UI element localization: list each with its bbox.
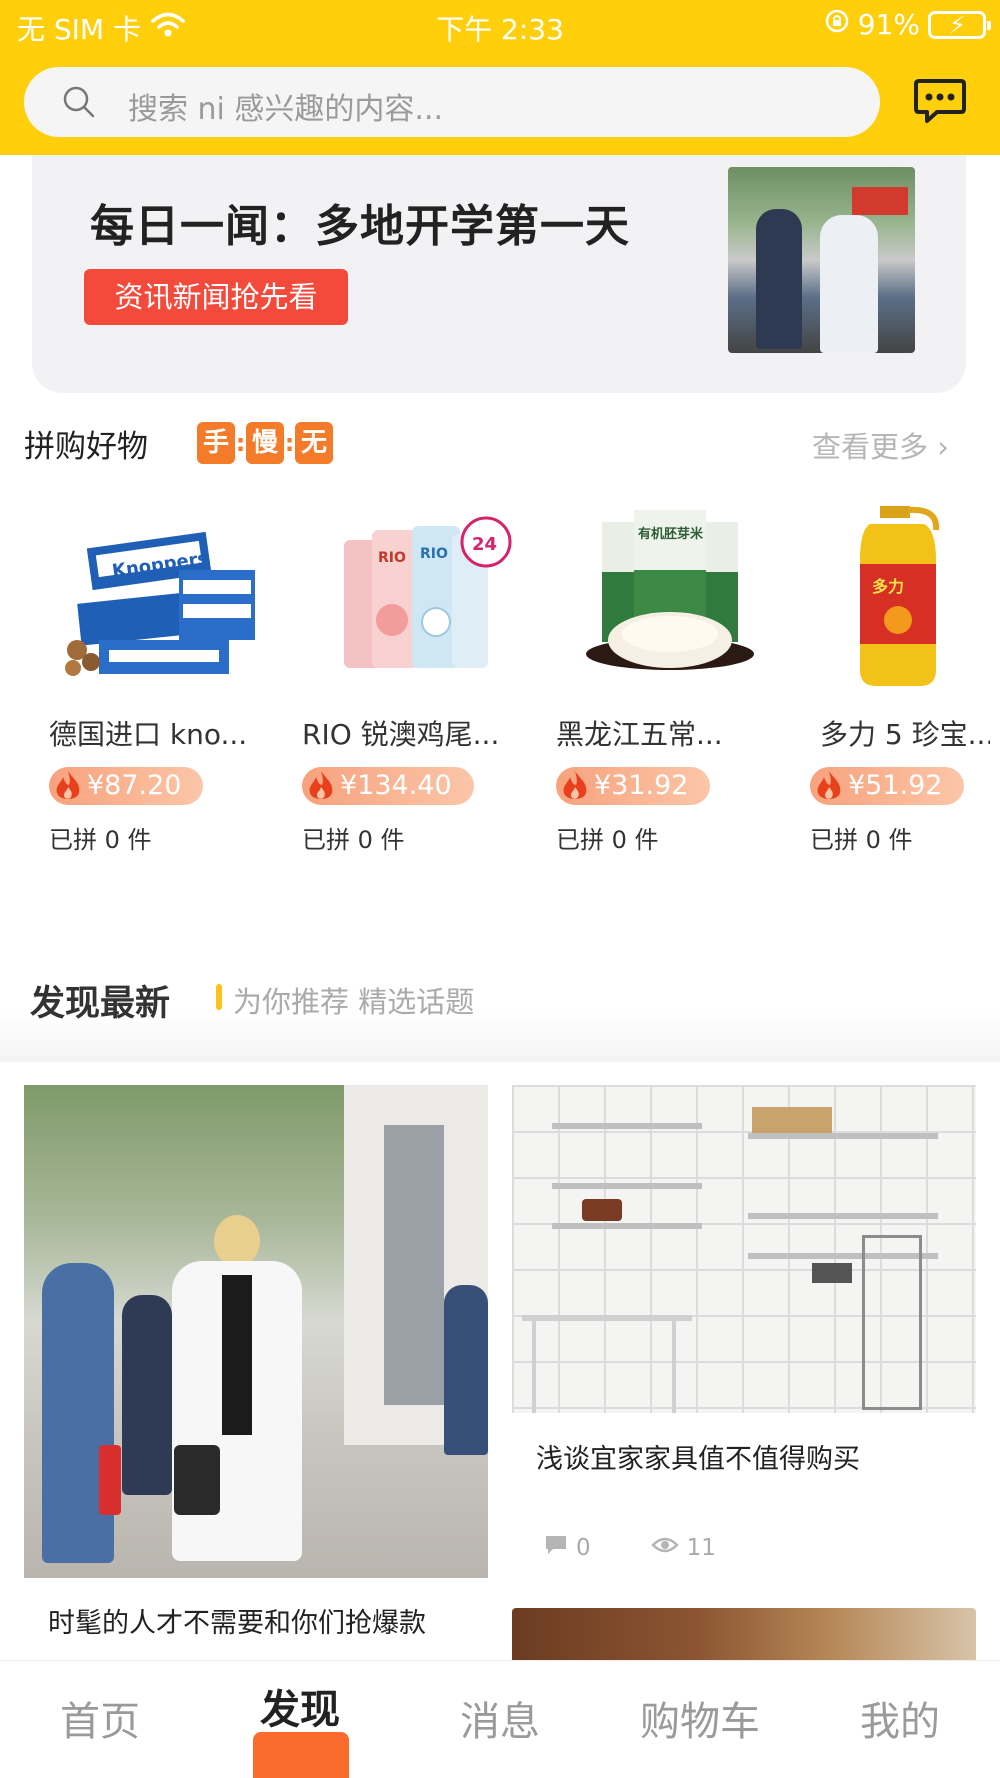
group-buy-title: 拼购好物 — [24, 429, 148, 465]
svg-text:RIO: RIO — [420, 546, 448, 562]
price-value: ¥87.20 — [87, 770, 182, 801]
article-card[interactable]: 时髦的人才不需要和你们抢爆款 — [24, 1085, 488, 1665]
product-name: 黑龙江五常... — [556, 718, 723, 751]
badge-hand: 手 — [197, 422, 235, 464]
discover-subtitle[interactable]: 为你推荐 精选话题 — [233, 979, 474, 1021]
eye-icon — [650, 1535, 679, 1561]
price-value: ¥31.92 — [594, 770, 689, 801]
article-card[interactable]: 浅谈宜家家具值不值得购买 — [512, 1085, 976, 1660]
badge-slow: 慢 — [246, 422, 284, 464]
discover-accent-bar — [216, 984, 222, 1010]
news-title: 每日一闻：多地开学第一天 — [90, 201, 630, 252]
rotation-lock-icon — [824, 8, 850, 41]
article-stats: 0 11 — [544, 1534, 716, 1562]
product-price: ¥51.92 — [810, 767, 965, 805]
tab-profile[interactable]: 我的 — [810, 1689, 990, 1747]
news-button[interactable]: 资讯新闻抢先看 — [84, 269, 348, 325]
article-title: 浅谈宜家家具值不值得购买 — [536, 1444, 860, 1475]
slogan-badges: 手 : 慢 : 无 — [197, 422, 333, 464]
battery-percent: 91% — [857, 8, 920, 41]
article-card-partial[interactable] — [512, 1608, 976, 1660]
product-price: ¥31.92 — [556, 767, 711, 805]
discover-title: 发现最新 — [30, 984, 171, 1024]
sold-count: 已拼 0 件 — [49, 826, 152, 854]
tab-home[interactable]: 首页 — [10, 1689, 190, 1747]
product-image: RIO RIO 24 — [312, 500, 512, 700]
product-price: ¥134.40 — [302, 767, 474, 805]
svg-text:多力: 多力 — [872, 577, 904, 596]
product-image: 多力 — [820, 500, 990, 700]
active-tab-indicator — [253, 1732, 349, 1778]
battery-icon: ⚡ — [928, 10, 991, 39]
flame-icon — [304, 769, 338, 814]
view-more-link[interactable]: 查看更多 › — [812, 424, 949, 466]
top-header: 无 SIM 卡 下午 2:33 91% ⚡ 搜索 ni 感兴趣的内容... — [0, 0, 1000, 155]
sold-count: 已拼 0 件 — [302, 826, 405, 854]
sold-count: 已拼 0 件 — [810, 826, 913, 854]
search-input[interactable]: 搜索 ni 感兴趣的内容... — [24, 67, 880, 137]
tab-messages[interactable]: 消息 — [410, 1689, 590, 1747]
svg-text:24: 24 — [472, 534, 497, 555]
flame-icon — [558, 769, 592, 814]
tab-cart[interactable]: 购物车 — [610, 1689, 790, 1747]
status-right: 91% ⚡ — [824, 8, 991, 41]
comment-count: 0 — [576, 1535, 591, 1561]
svg-text:RIO: RIO — [378, 550, 406, 566]
chat-bubble-icon[interactable] — [913, 77, 967, 125]
badge-none: 无 — [295, 422, 333, 464]
search-icon — [62, 85, 96, 123]
article-image — [512, 1085, 976, 1413]
status-bar: 无 SIM 卡 下午 2:33 91% ⚡ — [0, 0, 1000, 50]
search-placeholder: 搜索 ni 感兴趣的内容... — [128, 92, 444, 127]
flame-icon — [812, 769, 846, 814]
tab-discover[interactable]: 发现 — [210, 1677, 390, 1735]
news-banner[interactable]: 每日一闻：多地开学第一天 资讯新闻抢先看 — [32, 155, 966, 393]
comment-icon — [544, 1534, 568, 1562]
product-card[interactable]: 多力 多力 5 珍宝... ¥51.92 已拼 0 件 — [810, 500, 990, 860]
product-card[interactable]: RIO RIO 24 RIO 锐澳鸡尾... ¥134.40 已拼 0 件 — [302, 500, 522, 860]
price-value: ¥51.92 — [848, 770, 943, 801]
news-image — [728, 167, 915, 353]
svg-text:有机胚芽米: 有机胚芽米 — [638, 526, 704, 542]
article-title: 时髦的人才不需要和你们抢爆款 — [48, 1608, 426, 1639]
product-name: 多力 5 珍宝... — [820, 718, 990, 751]
product-name: 德国进口 kno... — [49, 718, 248, 751]
product-image: 有机胚芽米 — [566, 500, 766, 700]
article-image — [24, 1085, 488, 1578]
view-count: 11 — [686, 1535, 716, 1561]
price-value: ¥134.40 — [340, 770, 452, 801]
product-image: Knoppers — [59, 500, 259, 700]
product-card[interactable]: Knoppers 德国进口 kno... ¥87.20 已拼 0 件 — [49, 500, 269, 860]
bottom-tab-bar: 首页 发现 消息 购物车 我的 — [0, 1660, 1000, 1778]
product-price: ¥87.20 — [49, 767, 204, 805]
sold-count: 已拼 0 件 — [556, 826, 659, 854]
product-name: RIO 锐澳鸡尾... — [302, 718, 500, 751]
flame-icon — [51, 769, 85, 814]
product-card[interactable]: 有机胚芽米 黑龙江五常... ¥31.92 已拼 0 件 — [556, 500, 776, 860]
